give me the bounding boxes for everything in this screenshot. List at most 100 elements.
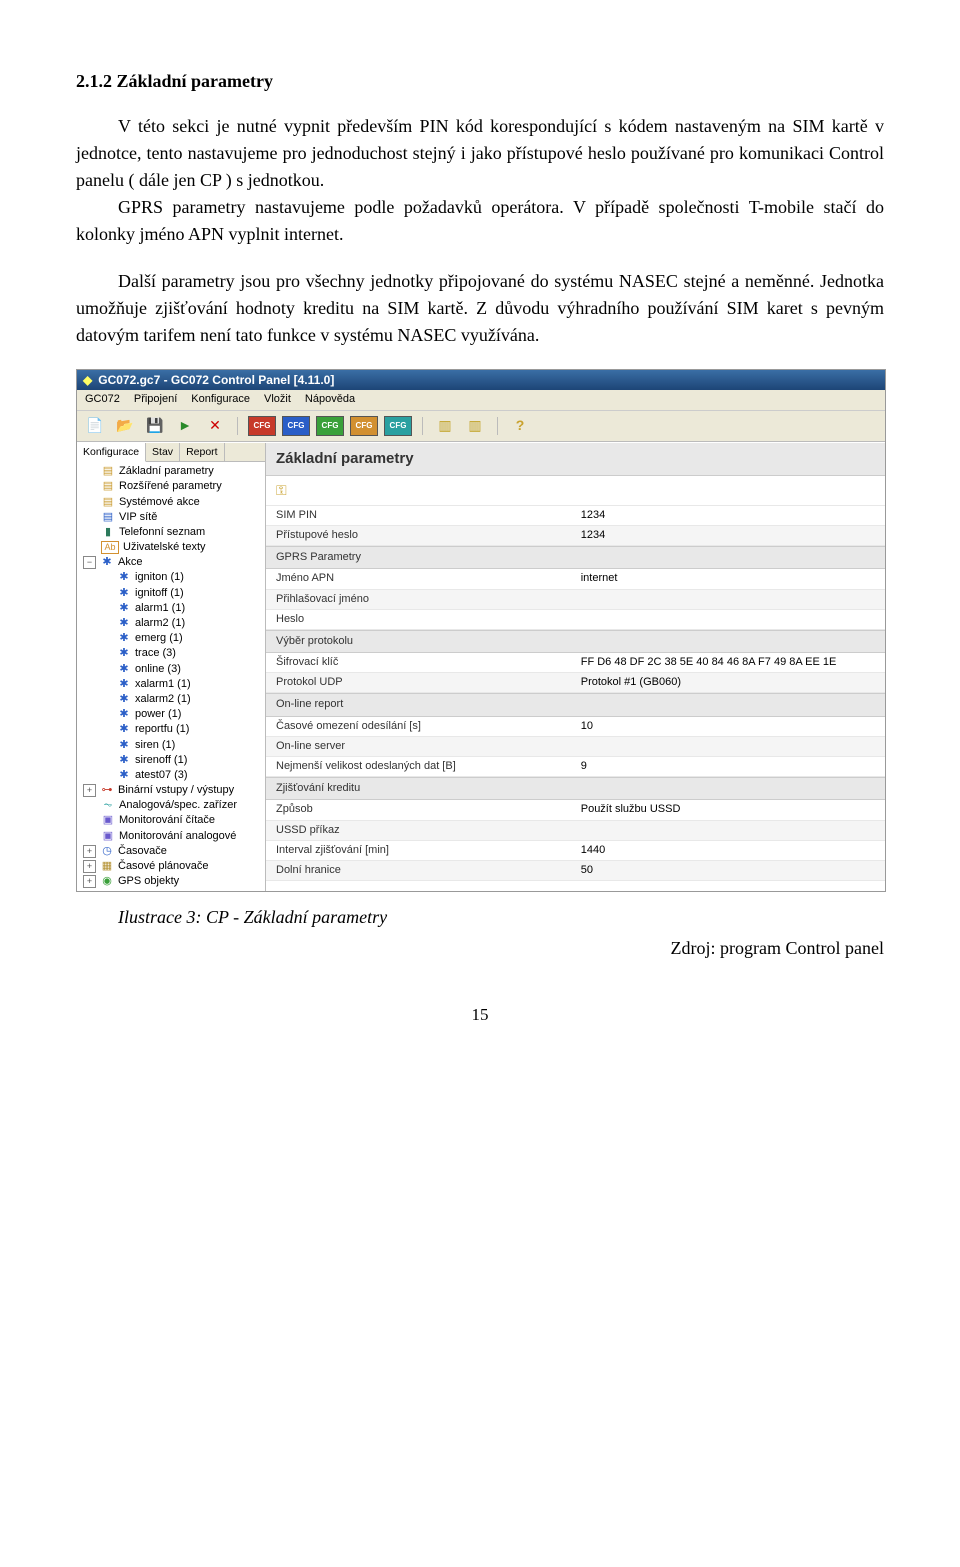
monitor-icon: ▣ [101, 814, 115, 827]
expand-icon[interactable]: + [83, 875, 96, 888]
toolbar-doc2-icon[interactable]: ▥ [463, 415, 487, 437]
tree-akce[interactable]: −✱Akce [77, 555, 265, 570]
row-interval: Interval zjišťování [min]1440 [266, 841, 885, 861]
value-method[interactable]: Použít službu USSD [571, 800, 885, 819]
tab-stav[interactable]: Stav [146, 443, 180, 462]
expand-icon[interactable]: + [83, 860, 96, 873]
toolbar-help-icon[interactable]: ? [508, 415, 532, 437]
row-cipher: Šifrovací klíčFF D6 48 DF 2C 38 5E 40 84… [266, 653, 885, 673]
row-sim-pin: SIM PIN1234 [266, 506, 885, 526]
value-apn[interactable]: internet [571, 569, 885, 588]
tree-label: emerg (1) [135, 632, 183, 645]
tree-basic-params[interactable]: ▤Základní parametry [77, 464, 265, 479]
titlebar: ◆ GC072.gc7 - GC072 Control Panel [4.11.… [77, 370, 885, 390]
tree-akce-item[interactable]: ✱emerg (1) [77, 631, 265, 646]
cfg-button-2[interactable]: CFG [282, 416, 310, 436]
tab-report[interactable]: Report [180, 443, 225, 462]
tree-mon-counter[interactable]: ▣Monitorování čítače [77, 813, 265, 828]
menu-item-gc072[interactable]: GC072 [85, 393, 120, 406]
panel-title: Základní parametry [266, 443, 885, 476]
figure-caption: Ilustrace 3: CP - Základní parametry [118, 904, 884, 931]
value-minsize[interactable]: 9 [571, 757, 885, 776]
tree-akce-item[interactable]: ✱alarm2 (1) [77, 616, 265, 631]
app-window: ◆ GC072.gc7 - GC072 Control Panel [4.11.… [76, 369, 886, 892]
tree-label: Časovače [118, 845, 167, 858]
tree-mon-analog[interactable]: ▣Monitorování analogové [77, 829, 265, 844]
toolbar-open-icon[interactable]: 📂 [113, 415, 137, 437]
collapse-icon[interactable]: − [83, 556, 96, 569]
label-udp: Protokol UDP [266, 673, 571, 692]
tree-akce-item[interactable]: ✱igniton (1) [77, 570, 265, 585]
label-login: Přihlašovací jméno [266, 590, 571, 609]
gps-icon: ◉ [100, 875, 114, 888]
value-sim-pin[interactable]: 1234 [571, 506, 885, 525]
sidebar-tabs: Konfigurace Stav Report [77, 443, 265, 463]
value-ussd[interactable] [571, 821, 885, 840]
tree-akce-item[interactable]: ✱alarm1 (1) [77, 601, 265, 616]
toolbar: 📄 📂 💾 ► ✕ CFG CFG CFG CFG CFG ▥ ▥ ? [77, 411, 885, 442]
tree-akce-item[interactable]: ✱siren (1) [77, 738, 265, 753]
gear-icon: ✱ [117, 678, 131, 691]
toolbar-new-icon[interactable]: 📄 [83, 415, 107, 437]
figure-source: Zdroj: program Control panel [76, 935, 884, 962]
tree-label: Binární vstupy / výstupy [118, 784, 234, 797]
tree-akce-item[interactable]: ✱ignitoff (1) [77, 586, 265, 601]
tree-phonebook[interactable]: ▮Telefonní seznam [77, 525, 265, 540]
tree-binio[interactable]: + ⊶ Binární vstupy / výstupy [77, 783, 265, 798]
value-login[interactable] [571, 590, 885, 609]
toolbar-doc1-icon[interactable]: ▥ [433, 415, 457, 437]
expand-icon[interactable]: + [83, 845, 96, 858]
tree-vip[interactable]: ▤ VIP sítě [77, 510, 265, 525]
tree-gps[interactable]: + ◉ GPS objekty [77, 874, 265, 889]
menu-item-config[interactable]: Konfigurace [191, 393, 250, 406]
toolbar-save-icon[interactable]: 💾 [143, 415, 167, 437]
tree-scheduler[interactable]: +▦Časové plánovače [77, 859, 265, 874]
tree-label: GPS objekty [118, 875, 179, 888]
cfg-button-5[interactable]: CFG [384, 416, 412, 436]
label-heslo: Přístupové heslo [266, 526, 571, 545]
tree-akce-item[interactable]: ✱xalarm2 (1) [77, 692, 265, 707]
tree-akce-item[interactable]: ✱sirenoff (1) [77, 753, 265, 768]
menu-item-help[interactable]: Nápověda [305, 393, 355, 406]
paragraph-1-text: V této sekci je nutné vypnit především P… [76, 116, 884, 190]
tree-akce-item[interactable]: ✱reportfu (1) [77, 722, 265, 737]
cfg-button-1[interactable]: CFG [248, 416, 276, 436]
tree-label: Monitorování analogové [119, 830, 236, 843]
tree-ext-params[interactable]: ▤Rozšířené parametry [77, 479, 265, 494]
tab-konfigurace[interactable]: Konfigurace [77, 443, 146, 463]
row-udp: Protokol UDPProtokol #1 (GB060) [266, 673, 885, 693]
tree-akce-item[interactable]: ✱power (1) [77, 707, 265, 722]
tree-akce-item[interactable]: ✱atest07 (3) [77, 768, 265, 783]
menu-item-insert[interactable]: Vložit [264, 393, 291, 406]
tree-label: alarm1 (1) [135, 602, 185, 615]
cfg-button-4[interactable]: CFG [350, 416, 378, 436]
menu-item-connection[interactable]: Připojení [134, 393, 177, 406]
value-gheslo[interactable] [571, 610, 885, 629]
tree-sys-actions[interactable]: ▤Systémové akce [77, 495, 265, 510]
io-icon: ⊶ [100, 784, 114, 797]
label-ussd: USSD příkaz [266, 821, 571, 840]
toolbar-play-icon[interactable]: ► [173, 415, 197, 437]
value-server[interactable] [571, 737, 885, 756]
value-lowlimit[interactable]: 50 [571, 861, 885, 880]
value-interval[interactable]: 1440 [571, 841, 885, 860]
tree-akce-item[interactable]: ✱xalarm1 (1) [77, 677, 265, 692]
tree-label: VIP sítě [119, 511, 157, 524]
tree-akce-item[interactable]: ✱online (3) [77, 662, 265, 677]
expand-icon[interactable]: + [83, 784, 96, 797]
tree-akce-item[interactable]: ✱trace (3) [77, 646, 265, 661]
value-udp[interactable]: Protokol #1 (GB060) [571, 673, 885, 692]
row-minsize: Nejmenší velikost odeslaných dat [B]9 [266, 757, 885, 777]
value-cipher[interactable]: FF D6 48 DF 2C 38 5E 40 84 46 8A F7 49 8… [571, 653, 885, 672]
tree-label: reportfu (1) [135, 723, 189, 736]
tree-label: Analogová/spec. zařízer [119, 799, 237, 812]
tree-usertexts[interactable]: AbUživatelské texty [77, 540, 265, 555]
cfg-button-3[interactable]: CFG [316, 416, 344, 436]
value-heslo[interactable]: 1234 [571, 526, 885, 545]
value-timeout[interactable]: 10 [571, 717, 885, 736]
list-icon: ▤ [101, 511, 115, 524]
calendar-icon: ▦ [100, 860, 114, 873]
toolbar-cancel-icon[interactable]: ✕ [203, 415, 227, 437]
tree-analog[interactable]: ⏦Analogová/spec. zařízer [77, 798, 265, 813]
tree-timers[interactable]: +◷Časovače [77, 844, 265, 859]
